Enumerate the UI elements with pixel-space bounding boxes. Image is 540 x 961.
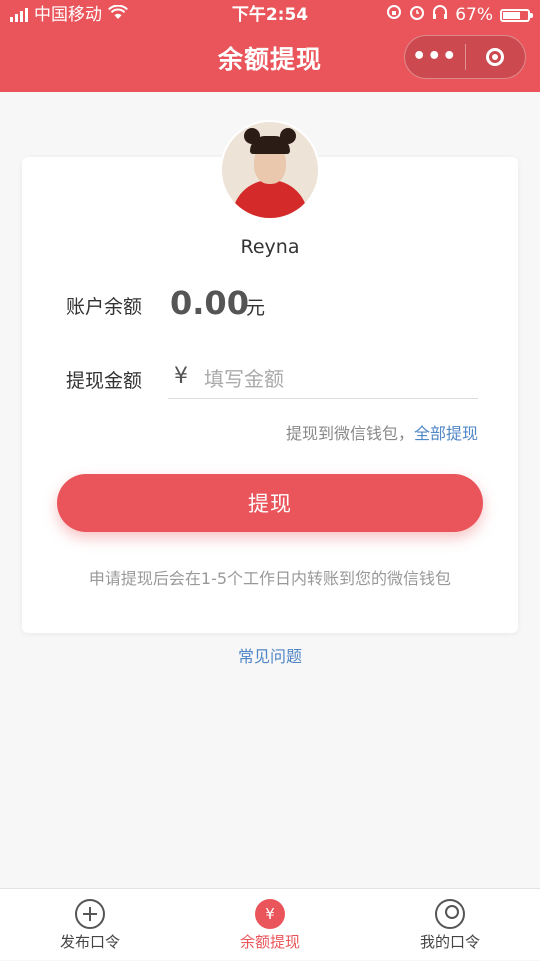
rotation-lock-icon — [386, 0, 402, 30]
person-icon — [435, 899, 465, 929]
faq-link[interactable]: 常见问题 — [0, 643, 540, 667]
more-button[interactable]: ••• — [405, 35, 465, 79]
battery-percent: 67% — [455, 5, 493, 25]
close-icon — [486, 48, 505, 66]
withdraw-note: 申请提现后会在1-5个工作日内转账到您的微信钱包 — [88, 569, 452, 588]
balance-unit: 元 — [246, 297, 266, 319]
avatar — [220, 120, 320, 220]
headphones-icon — [432, 0, 448, 30]
withdraw-button[interactable]: 提现 — [57, 474, 483, 532]
tab-bar: 发布口令 ¥ 余额提现 我的口令 — [0, 888, 540, 960]
alarm-icon — [409, 0, 425, 30]
tab-my-codes[interactable]: 我的口令 — [360, 889, 540, 961]
tab-publish[interactable]: 发布口令 — [0, 889, 180, 961]
status-bar: 中国移动 下午2:54 67% — [0, 0, 540, 30]
tab-withdraw[interactable]: ¥ 余额提现 — [180, 889, 360, 961]
tip-text: 提现到微信钱包， — [285, 424, 414, 443]
tab-label: 余额提现 — [239, 933, 300, 951]
close-button[interactable] — [466, 48, 526, 66]
currency-symbol: ¥ — [174, 364, 188, 389]
username: Reyna — [240, 236, 300, 258]
plus-circle-icon — [75, 899, 105, 929]
tab-label: 我的口令 — [419, 933, 480, 951]
tab-label: 发布口令 — [59, 933, 120, 951]
amount-input[interactable] — [202, 362, 466, 396]
amount-field: ¥ — [168, 360, 478, 399]
coin-icon: ¥ — [255, 899, 285, 929]
mini-program-capsule: ••• — [404, 35, 526, 79]
balance-value: 0.00 — [170, 284, 249, 322]
withdraw-all-link[interactable]: 全部提现 — [414, 424, 478, 443]
balance-label: 账户余额 — [66, 296, 143, 318]
withdraw-tip: 提现到微信钱包，全部提现 — [286, 420, 478, 444]
header-bar: 中国移动 下午2:54 67% 余额提现 ••• — [0, 0, 540, 92]
withdraw-amount-label: 提现金额 — [66, 370, 143, 392]
battery-icon — [500, 8, 533, 22]
